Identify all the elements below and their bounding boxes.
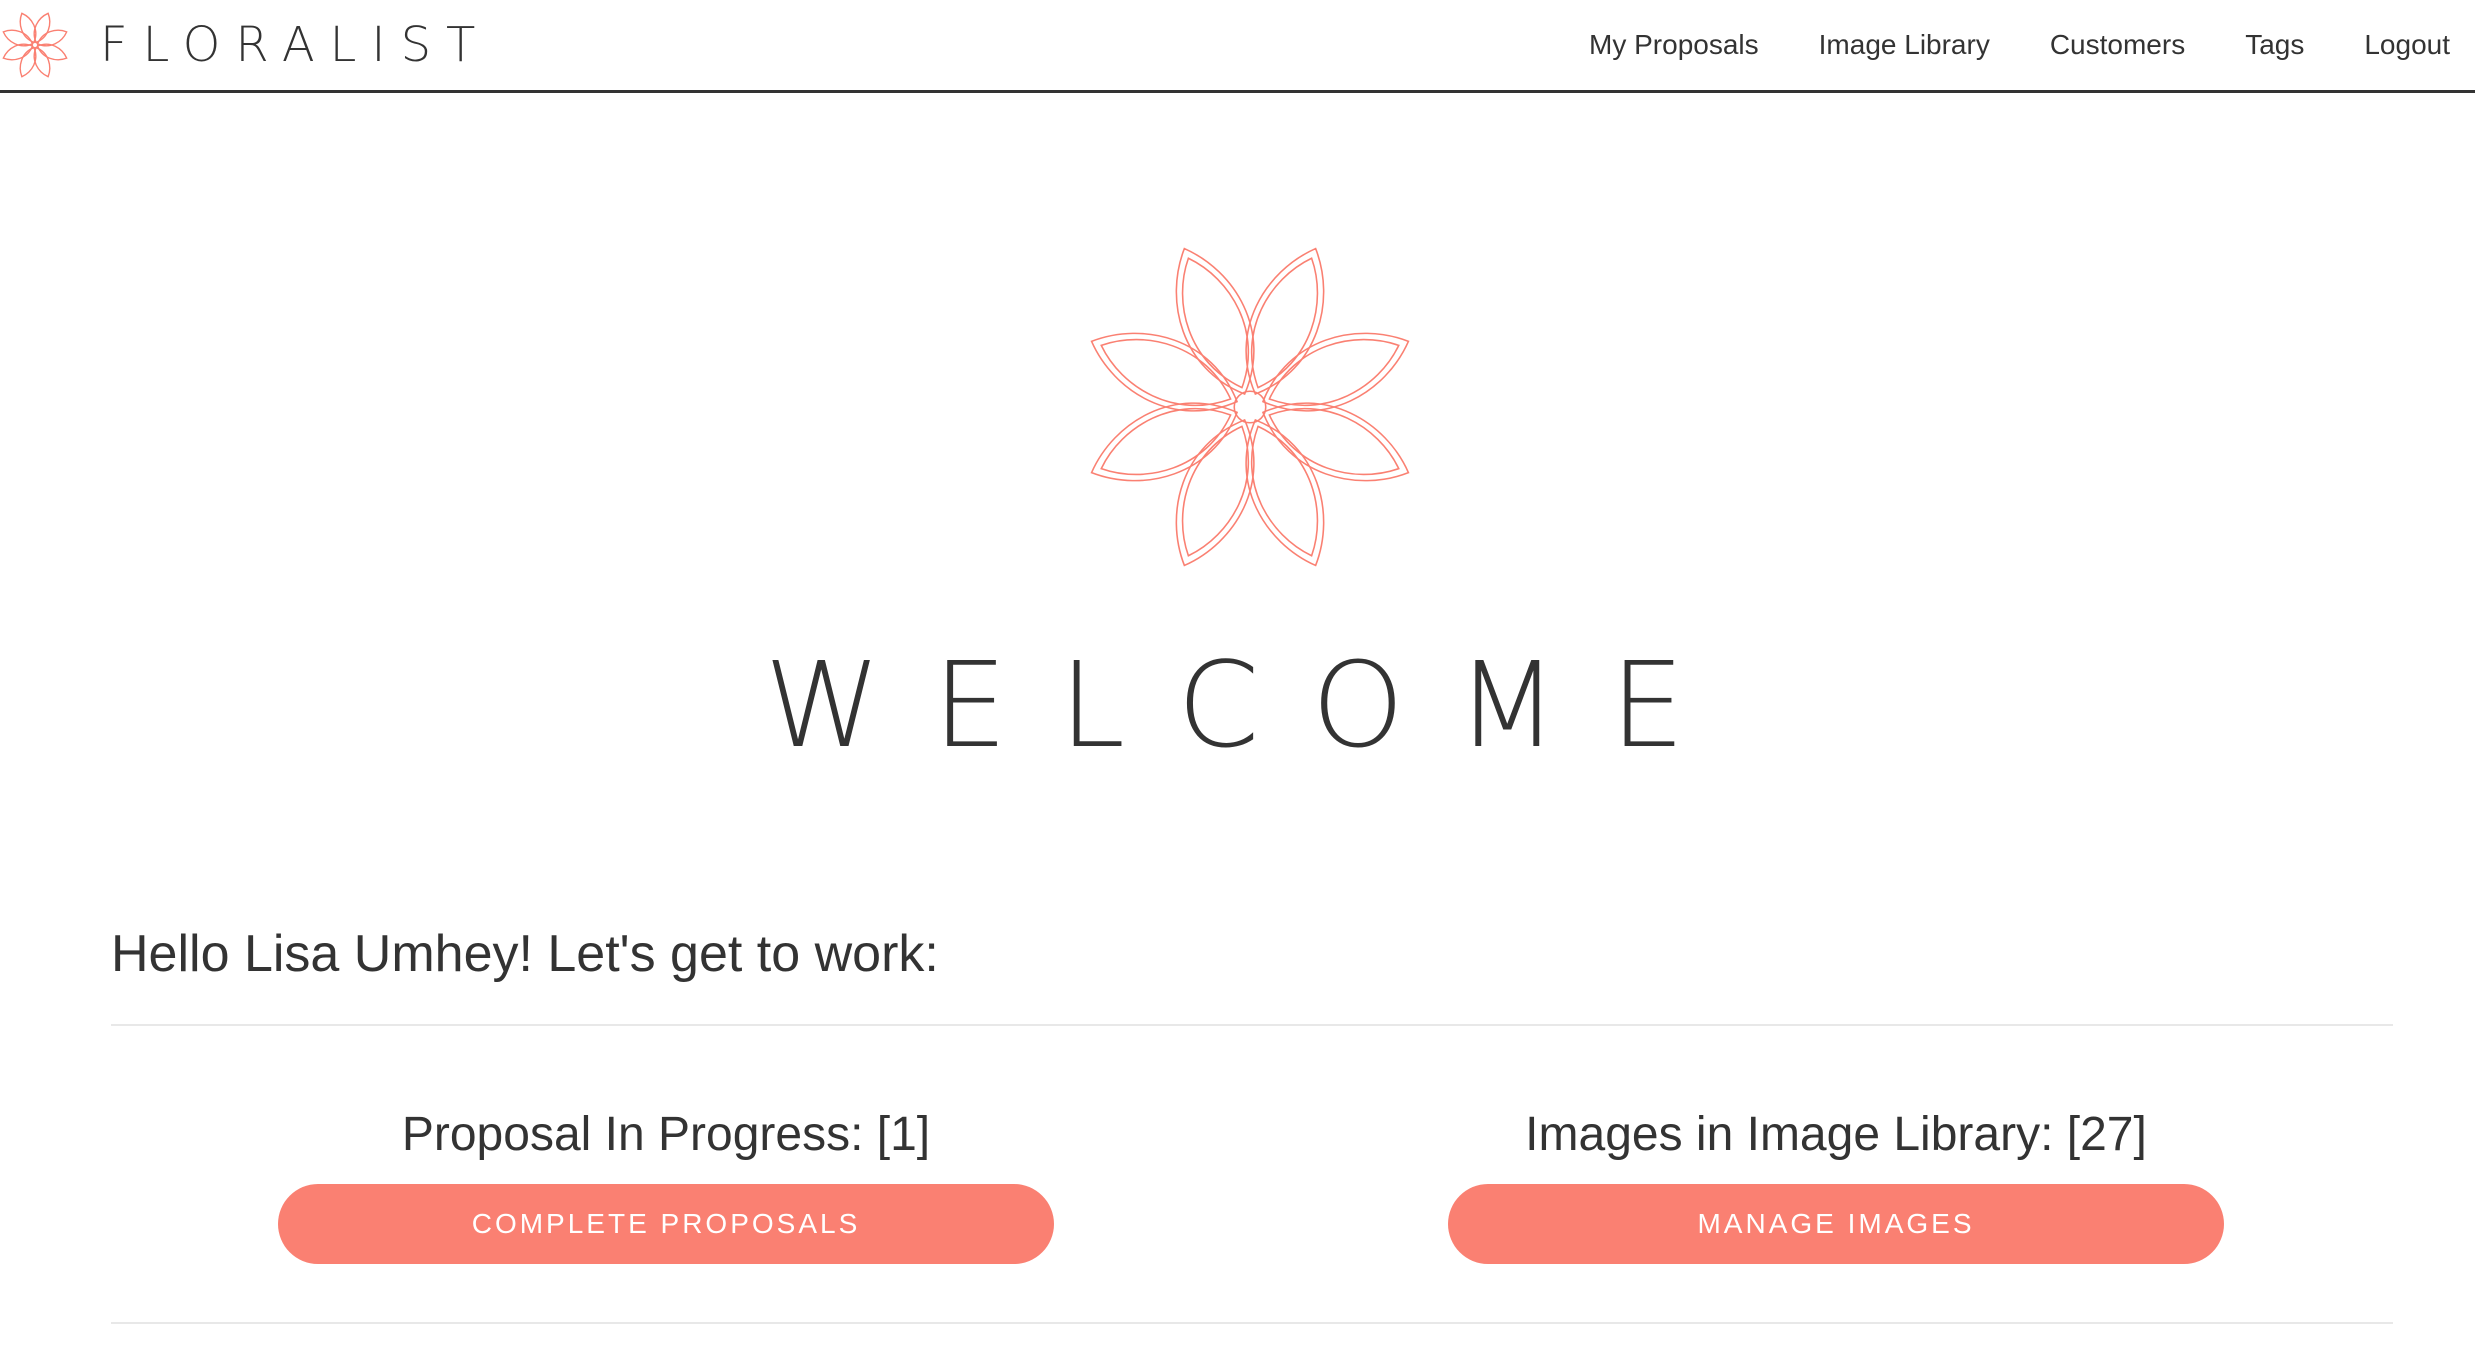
top-navbar: FLORALIST My Proposals Image Library Cus… [0, 0, 2475, 93]
image-library-count: Images in Image Library: [27] [1525, 1108, 2147, 1161]
proposals-in-progress-count: Proposal In Progress: [1] [401, 1108, 931, 1161]
nav-item-my-proposals[interactable]: My Proposals [1589, 29, 1759, 61]
nav-menu: My Proposals Image Library Customers Tag… [1529, 0, 2450, 90]
brand-name: FLORALIST [100, 17, 491, 73]
divider [111, 1322, 2393, 1324]
images-panel: Images in Image Library: [27] MANAGE IMA… [1448, 1098, 2224, 1264]
welcome-heading: WELCOME [764, 636, 1737, 774]
proposals-panel: Proposal In Progress: [1] COMPLETE PROPO… [278, 1098, 1054, 1264]
complete-proposals-button[interactable]: COMPLETE PROPOSALS [278, 1184, 1054, 1264]
nav-item-tags[interactable]: Tags [2245, 29, 2304, 61]
manage-images-button[interactable]: MANAGE IMAGES [1448, 1184, 2224, 1264]
divider [111, 1024, 2393, 1026]
nav-item-logout[interactable]: Logout [2364, 29, 2450, 61]
brand-logo-link[interactable]: FLORALIST [0, 0, 490, 90]
greeting-text: Hello Lisa Umhey! Let's get to work: [111, 925, 939, 983]
nav-item-customers[interactable]: Customers [2050, 29, 2185, 61]
flower-icon [2, 12, 68, 78]
flower-icon [1090, 247, 1410, 567]
nav-item-image-library[interactable]: Image Library [1819, 29, 1990, 61]
